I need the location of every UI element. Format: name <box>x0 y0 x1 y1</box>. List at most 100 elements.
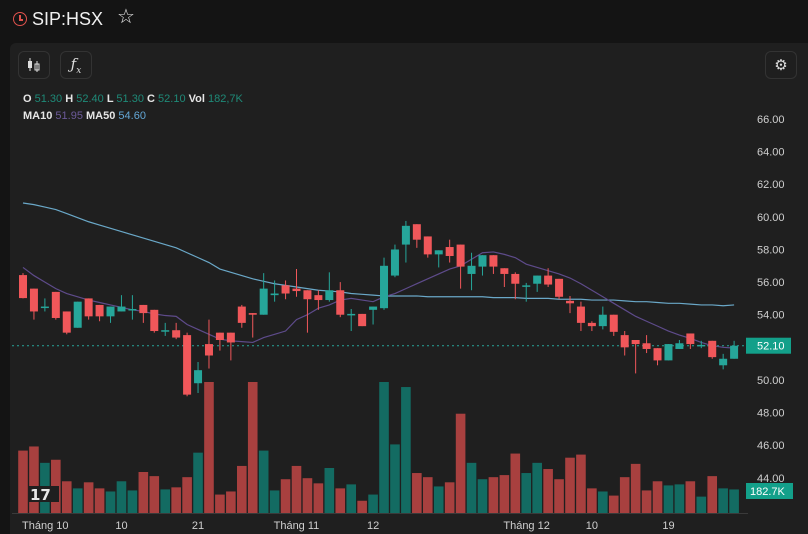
candle-body <box>237 306 246 323</box>
candle-body <box>215 332 224 341</box>
volume-bar <box>313 483 324 513</box>
tradingview-logo: 17 <box>28 484 60 504</box>
candle-body <box>456 244 465 267</box>
svg-text:17: 17 <box>30 486 51 504</box>
volume-bar <box>258 450 269 513</box>
candle-body <box>292 288 301 292</box>
candle <box>73 301 82 328</box>
volume-bar <box>510 453 521 513</box>
candle <box>401 220 410 263</box>
candle-body <box>347 313 356 316</box>
ma50-line <box>22 202 735 307</box>
candle <box>445 239 454 263</box>
volume-bar <box>455 413 466 513</box>
candle <box>281 280 290 300</box>
candle-body <box>697 344 706 347</box>
candle-body <box>139 304 148 314</box>
last-price-label: 52.10 <box>757 341 785 353</box>
price-axis-label: 58.00 <box>757 244 785 256</box>
candle <box>215 332 224 351</box>
candle <box>653 348 662 366</box>
candle-body <box>522 285 531 287</box>
candle-body <box>555 278 564 297</box>
candle-body <box>73 301 82 328</box>
candle-body <box>117 306 126 312</box>
candle-body <box>686 333 695 345</box>
time-axis-label: Tháng 12 <box>503 520 549 532</box>
candle <box>161 322 170 336</box>
candle-body <box>358 313 367 327</box>
price-chart[interactable]: 66.0064.0062.0060.0058.0056.0054.0052.00… <box>0 0 808 534</box>
volume-bar <box>226 491 236 513</box>
candle-body <box>226 332 235 343</box>
candle-body <box>390 249 399 276</box>
candle-body <box>544 275 553 285</box>
candle-body <box>434 250 443 255</box>
candle <box>675 340 684 349</box>
candle-body <box>62 311 71 333</box>
candle-body <box>336 290 345 315</box>
candle-body <box>281 285 290 294</box>
candle-body <box>29 288 38 312</box>
candle <box>204 319 213 369</box>
volume-bar <box>127 490 138 513</box>
candle-body <box>609 314 618 332</box>
candle <box>566 295 574 314</box>
candle-body <box>270 293 279 296</box>
candle <box>303 290 312 333</box>
price-axis-label: 64.00 <box>757 147 785 159</box>
volume-bar <box>302 478 313 513</box>
volume-bar <box>652 481 663 513</box>
volume-bar <box>412 473 422 513</box>
volume-bar <box>466 462 477 513</box>
candle <box>434 250 443 268</box>
candle <box>719 353 728 370</box>
volume-bar <box>674 484 685 513</box>
volume-bar <box>619 477 630 513</box>
candle <box>609 314 618 336</box>
candle <box>555 278 564 300</box>
volume-bar <box>587 488 597 513</box>
volume-bar <box>663 485 674 513</box>
volume-bar <box>543 469 553 513</box>
candle-body <box>500 268 509 274</box>
time-axis-label: 10 <box>115 520 127 532</box>
volume-bar <box>149 476 160 513</box>
candle <box>226 332 235 361</box>
candle <box>686 333 695 349</box>
candle <box>598 306 607 330</box>
candle <box>587 321 596 332</box>
candle-body <box>511 273 520 284</box>
candle-body <box>675 343 684 349</box>
candle-body <box>598 314 607 327</box>
candle-body <box>204 344 213 356</box>
candle <box>664 344 673 361</box>
volume-bar <box>401 387 411 513</box>
ma10-line <box>22 251 735 349</box>
volume-bar <box>444 482 455 513</box>
candle <box>95 304 104 322</box>
candle-body <box>719 358 728 366</box>
candle <box>128 295 137 320</box>
candle <box>489 255 498 274</box>
candle <box>117 295 126 312</box>
candle <box>150 309 159 333</box>
time-axis-label: 21 <box>192 520 204 532</box>
candle <box>730 340 739 359</box>
candle <box>84 298 93 320</box>
candle <box>29 288 38 320</box>
volume-bar <box>368 494 378 513</box>
volume-bar <box>280 479 291 513</box>
volume-bar <box>422 477 433 513</box>
candle-body <box>259 288 268 315</box>
candle <box>259 273 268 315</box>
volume-bar <box>61 481 72 513</box>
volume-bar <box>379 382 389 513</box>
candle-body <box>172 330 181 338</box>
candle <box>172 322 181 340</box>
candle <box>248 313 257 338</box>
candle-body <box>664 344 673 361</box>
candle <box>139 304 148 323</box>
candle <box>642 335 651 354</box>
candle-body <box>95 304 104 317</box>
